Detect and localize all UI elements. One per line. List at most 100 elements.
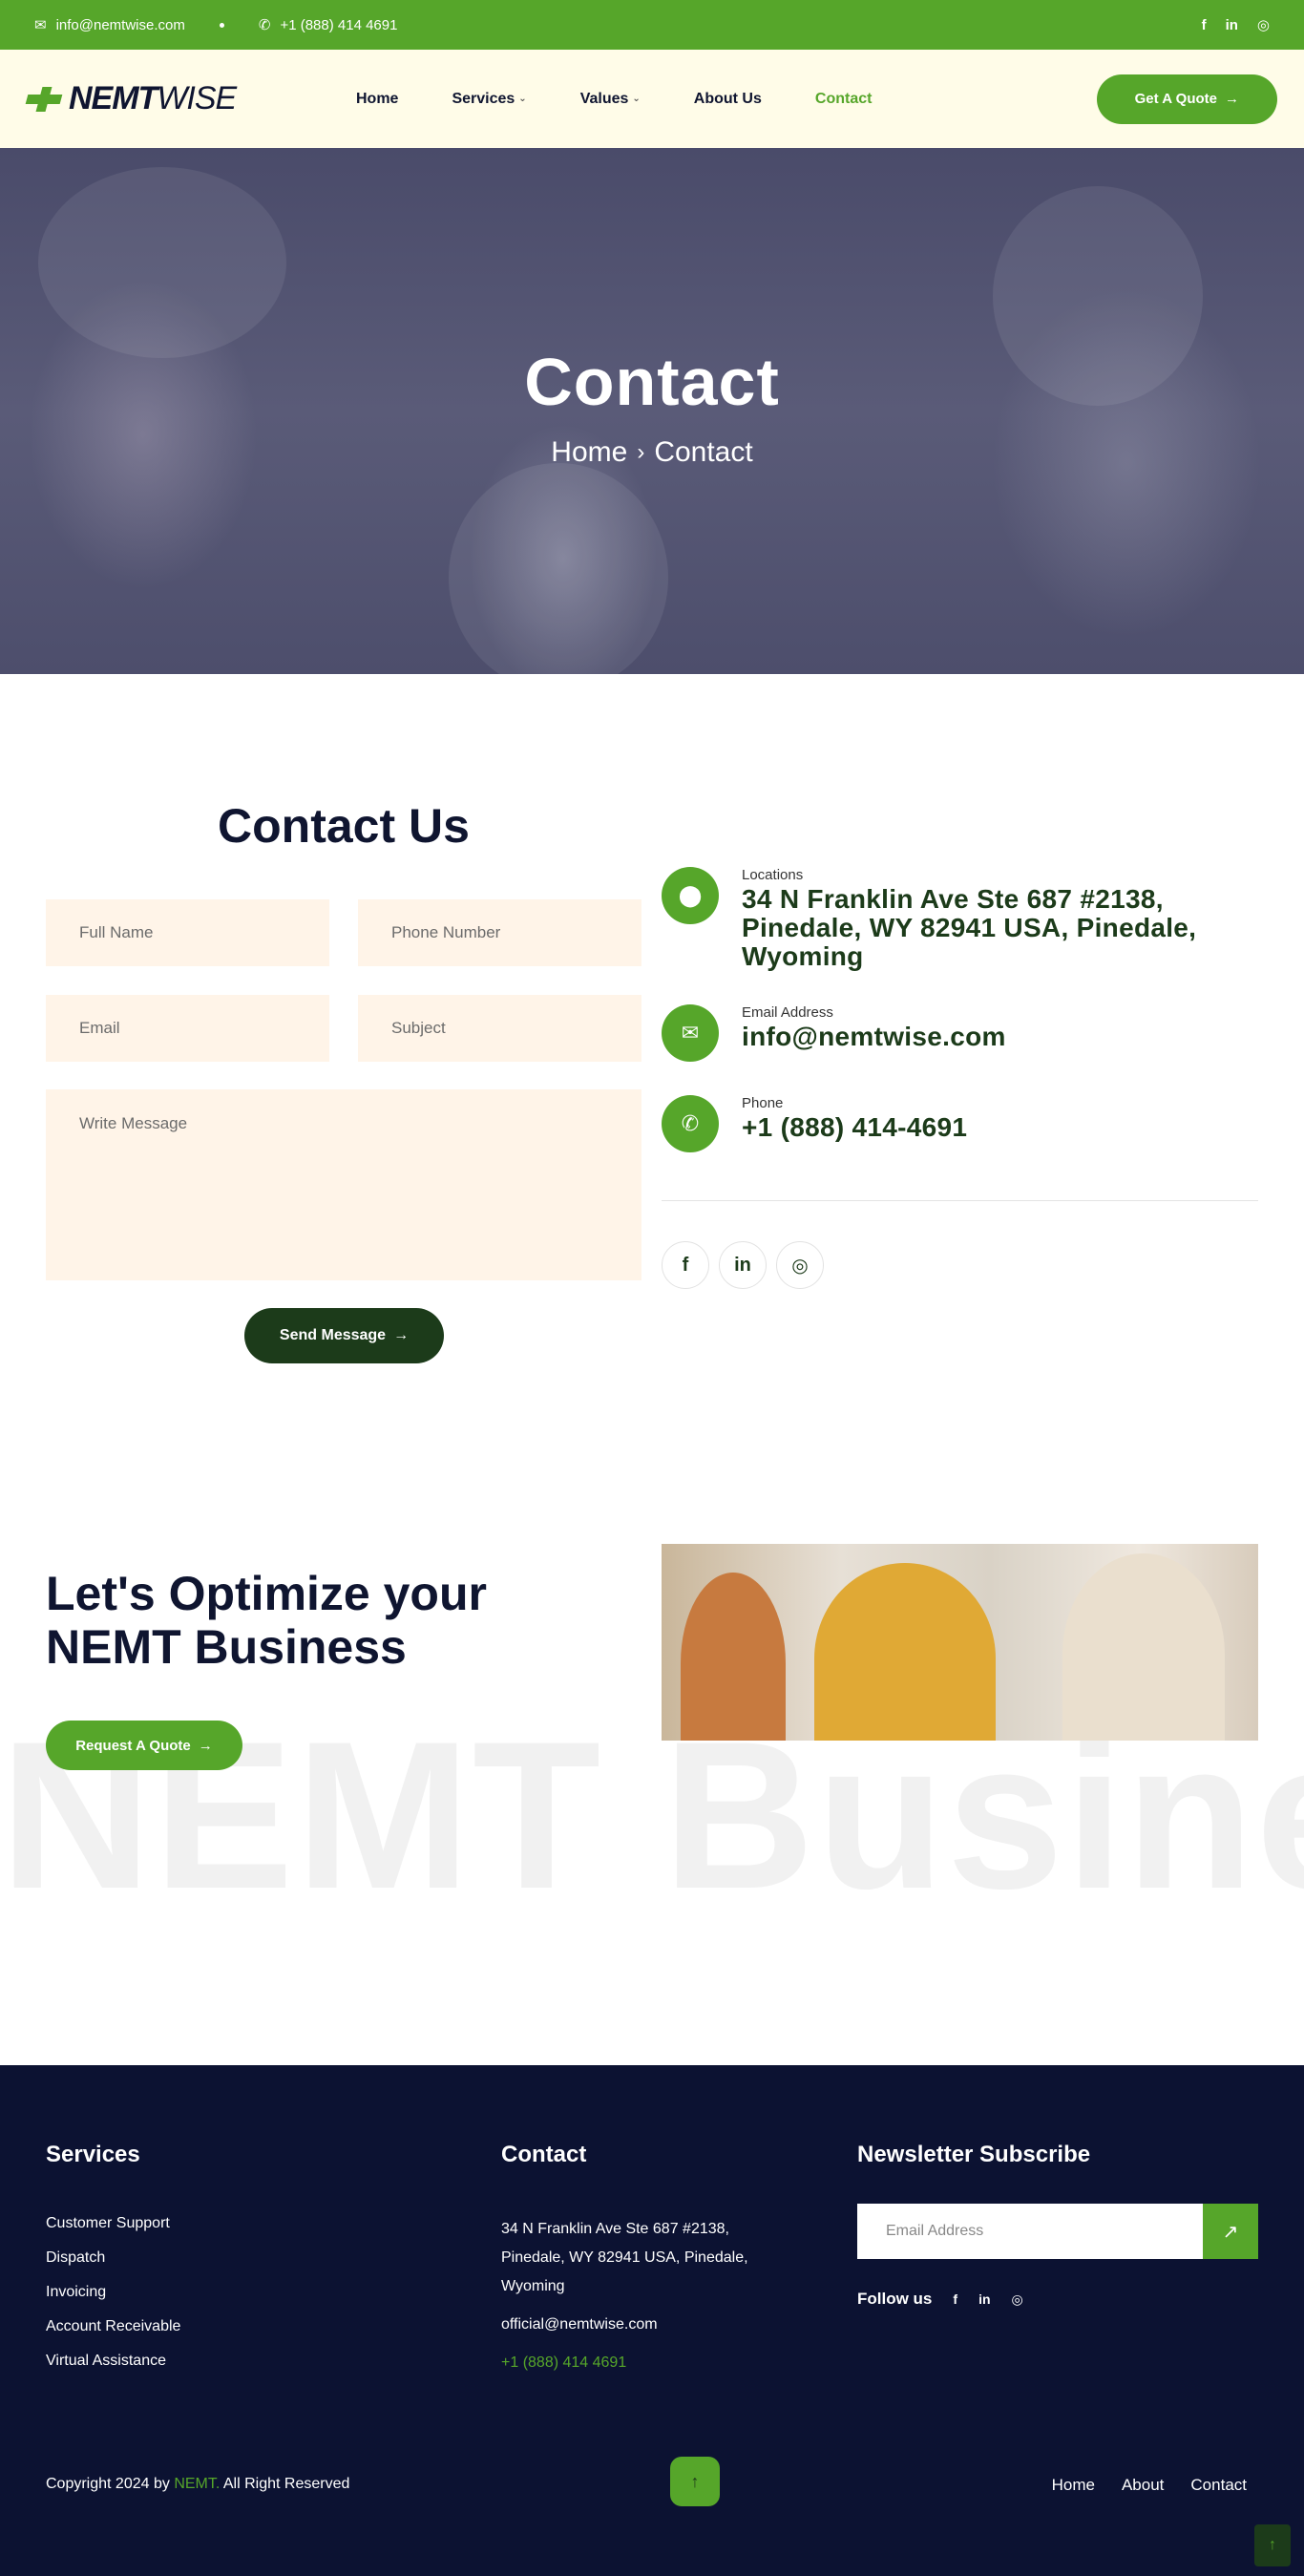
footer-link[interactable]: Invoicing (46, 2284, 180, 2301)
footer: Services Customer Support Dispatch Invoi… (0, 2065, 1304, 2576)
top-email[interactable]: ✉ info@nemtwise.com (34, 16, 185, 34)
footer-email[interactable]: official@nemtwise.com (501, 2311, 768, 2339)
follow-us: Follow us f in ◎ (857, 2290, 1023, 2309)
main-nav: NEMTWISE Home Services ⌄ Values ⌄ About Us… (0, 50, 1304, 148)
footer-contact-info: 34 N Franklin Ave Ste 687 #2138, Pinedal… (501, 2215, 768, 2377)
breadcrumb: Home › Contact (0, 436, 1304, 469)
newsletter-submit-button[interactable]: ↗ (1203, 2204, 1258, 2259)
arrow-up-icon: ↑ (690, 2471, 700, 2491)
phone-number-input[interactable]: Phone Number (358, 899, 641, 966)
footer-bottom-link[interactable]: About (1122, 2476, 1164, 2495)
info-text: Locations 34 N Franklin Ave Ste 687 #213… (742, 867, 1257, 971)
back-to-top-corner-button[interactable]: ↑ (1254, 2524, 1291, 2566)
info-text: Phone +1 (888) 414-4691 (742, 1095, 967, 1152)
full-name-input[interactable]: Full Name (46, 899, 329, 966)
info-label: Locations (742, 867, 804, 883)
footer-contact-title: Contact (501, 2142, 587, 2167)
get-quote-button[interactable]: Get A Quote → (1096, 74, 1277, 124)
logo-text: NEMTWISE (69, 80, 237, 117)
footer-bottom-link[interactable]: Contact (1190, 2476, 1247, 2495)
footer-link[interactable]: Account Receivable (46, 2318, 180, 2335)
breadcrumb-home[interactable]: Home (551, 436, 627, 469)
nav-menu: Home Services ⌄ Values ⌄ About Us Contact (356, 91, 872, 108)
page-title: Contact (524, 345, 780, 419)
follow-label: Follow us (857, 2290, 933, 2308)
scroll-top-button[interactable]: ↑ (670, 2457, 720, 2506)
linkedin-icon[interactable]: in (978, 2291, 990, 2307)
top-phone-text: +1 (888) 414 4691 (280, 16, 398, 33)
copyright-post: All Right Reserved (222, 2476, 350, 2492)
family-photo (662, 1544, 1258, 1741)
facebook-icon[interactable]: f (662, 1241, 709, 1289)
logo-cross-icon (25, 86, 63, 112)
nav-label: Services (452, 90, 515, 107)
footer-bottom-link[interactable]: Home (1052, 2476, 1095, 2495)
arrow-right-icon: → (1225, 91, 1239, 107)
facebook-icon[interactable]: f (953, 2291, 957, 2307)
nav-label: Home (356, 90, 399, 107)
top-social: f in ◎ (1202, 16, 1270, 34)
contact-title: Contact Us (218, 799, 470, 853)
logo-light: WISE (157, 80, 237, 116)
instagram-icon[interactable]: ◎ (776, 1241, 824, 1289)
footer-phone[interactable]: +1 (888) 414 4691 (501, 2349, 768, 2377)
mail-icon: ✉ (34, 17, 47, 33)
contact-section: Contact Us Full Name Phone Number Email … (0, 674, 1304, 1476)
hero-photo-shape (449, 463, 668, 674)
arrow-right-icon: → (393, 1327, 410, 1343)
nav-item-values[interactable]: Values ⌄ (580, 91, 641, 108)
get-quote-label: Get A Quote (1134, 91, 1217, 107)
newsletter-email-input[interactable]: Email Address (857, 2204, 1203, 2259)
linkedin-icon[interactable]: in (719, 1241, 767, 1289)
info-label: Email Address (742, 1004, 833, 1021)
request-quote-button[interactable]: Request A Quote → (46, 1721, 242, 1770)
info-value[interactable]: +1 (888) 414-4691 (742, 1113, 967, 1142)
optimize-section: NEMT Busines Let's Optimize your NEMT Bu… (0, 1476, 1304, 2065)
logo[interactable]: NEMTWISE (25, 80, 356, 117)
nav-item-services[interactable]: Services ⌄ (452, 91, 526, 108)
nav-label: Contact (814, 90, 873, 107)
arrow-up-right-icon: ↗ (1222, 2221, 1239, 2243)
footer-link[interactable]: Dispatch (46, 2249, 180, 2267)
arrow-up-icon: ↑ (1269, 2537, 1276, 2553)
info-value[interactable]: info@nemtwise.com (742, 1023, 1006, 1051)
photo-figure (681, 1573, 786, 1741)
linkedin-icon[interactable]: in (1226, 17, 1238, 33)
info-label: Phone (742, 1095, 784, 1111)
nav-item-home[interactable]: Home (356, 91, 398, 108)
message-textarea[interactable]: Write Message (46, 1089, 641, 1280)
nav-item-contact[interactable]: Contact (815, 91, 873, 108)
location-pin-icon: ⬤ (662, 867, 719, 924)
send-message-button[interactable]: Send Message → (244, 1308, 444, 1363)
nav-item-about[interactable]: About Us (694, 91, 762, 108)
breadcrumb-current: Contact (654, 436, 753, 468)
footer-bottom-links: Home About Contact (1052, 2476, 1247, 2495)
top-phone[interactable]: ✆ +1 (888) 414 4691 (258, 16, 398, 34)
instagram-icon[interactable]: ◎ (1257, 16, 1270, 33)
phone-icon: ✆ (662, 1095, 719, 1152)
copyright-brand[interactable]: NEMT. (174, 2476, 220, 2492)
envelope-icon: ✉ (662, 1004, 719, 1062)
email-input[interactable]: Email (46, 995, 329, 1062)
phone-icon: ✆ (258, 17, 271, 33)
info-location: ⬤ Locations 34 N Franklin Ave Ste 687 #2… (662, 867, 1257, 971)
facebook-icon[interactable]: f (1202, 17, 1207, 33)
subject-input[interactable]: Subject (358, 995, 641, 1062)
logo-bold: NEMT (69, 80, 158, 116)
info-email: ✉ Email Address info@nemtwise.com (662, 1004, 1006, 1062)
optimize-title: Let's Optimize your NEMT Business (46, 1567, 487, 1674)
copyright: Copyright 2024 by NEMT. All Right Reserv… (46, 2476, 349, 2493)
nav-label: Values (579, 90, 629, 107)
footer-services-list: Customer Support Dispatch Invoicing Acco… (46, 2215, 180, 2387)
chevron-down-icon: ⌄ (518, 94, 527, 104)
divider (662, 1200, 1258, 1201)
footer-link[interactable]: Customer Support (46, 2215, 180, 2232)
optimize-title-line2: NEMT Business (46, 1620, 407, 1674)
footer-link[interactable]: Virtual Assistance (46, 2353, 180, 2370)
separator-dot (219, 22, 224, 28)
instagram-icon[interactable]: ◎ (1012, 2291, 1023, 2308)
photo-figure (814, 1563, 996, 1741)
arrow-right-icon: → (198, 1737, 213, 1754)
footer-services-title: Services (46, 2142, 140, 2167)
info-value: 34 N Franklin Ave Ste 687 #2138, Pinedal… (742, 884, 1197, 971)
